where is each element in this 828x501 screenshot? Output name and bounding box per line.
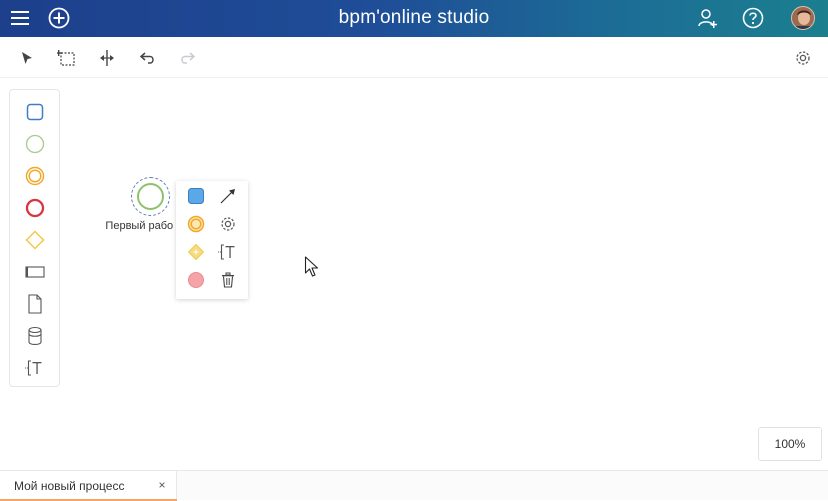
process-tab-bar: Мой новый процесс × — [0, 470, 828, 501]
lasso-select-icon[interactable] — [56, 47, 78, 69]
add-gateway-icon[interactable] — [185, 241, 207, 263]
end-event-bold-circle-icon[interactable] — [22, 195, 48, 221]
select-pointer-icon[interactable] — [16, 47, 38, 69]
undo-icon[interactable] — [137, 47, 159, 69]
settings-gear-icon[interactable] — [217, 213, 239, 235]
start-event-node[interactable] — [131, 177, 170, 216]
data-store-cylinder-icon[interactable] — [22, 323, 48, 349]
add-user-icon[interactable] — [694, 4, 722, 32]
tab-process[interactable]: Мой новый процесс × — [0, 471, 177, 501]
annotation-icon[interactable] — [217, 241, 239, 263]
data-object-document-icon[interactable] — [22, 291, 48, 317]
toolbar — [0, 37, 828, 78]
tab-label: Мой новый процесс — [14, 479, 125, 493]
start-event-circle-icon — [137, 183, 164, 210]
element-context-menu — [176, 181, 248, 299]
start-event-circle-icon[interactable] — [22, 131, 48, 157]
task-rounded-rectangle-icon[interactable] — [22, 99, 48, 125]
gateway-diamond-icon[interactable] — [22, 227, 48, 253]
redo-icon[interactable] — [176, 47, 198, 69]
zoom-level[interactable]: 100% — [758, 427, 822, 461]
gear-icon[interactable] — [792, 47, 814, 69]
user-avatar[interactable] — [791, 6, 815, 30]
mouse-cursor-icon — [304, 256, 320, 278]
app-header: bpm'online studio — [0, 0, 828, 37]
help-icon[interactable] — [739, 4, 767, 32]
connect-arrow-icon[interactable] — [217, 185, 239, 207]
element-palette — [9, 89, 60, 387]
add-end-event-icon[interactable] — [185, 269, 207, 291]
subprocess-rectangle-icon[interactable] — [22, 259, 48, 285]
trash-icon[interactable] — [217, 269, 239, 291]
add-task-icon[interactable] — [185, 185, 207, 207]
add-intermediate-event-icon[interactable] — [185, 213, 207, 235]
intermediate-event-double-circle-icon[interactable] — [22, 163, 48, 189]
space-tool-icon[interactable] — [96, 47, 118, 69]
text-annotation-icon[interactable] — [22, 355, 48, 381]
close-icon[interactable]: × — [155, 478, 169, 492]
